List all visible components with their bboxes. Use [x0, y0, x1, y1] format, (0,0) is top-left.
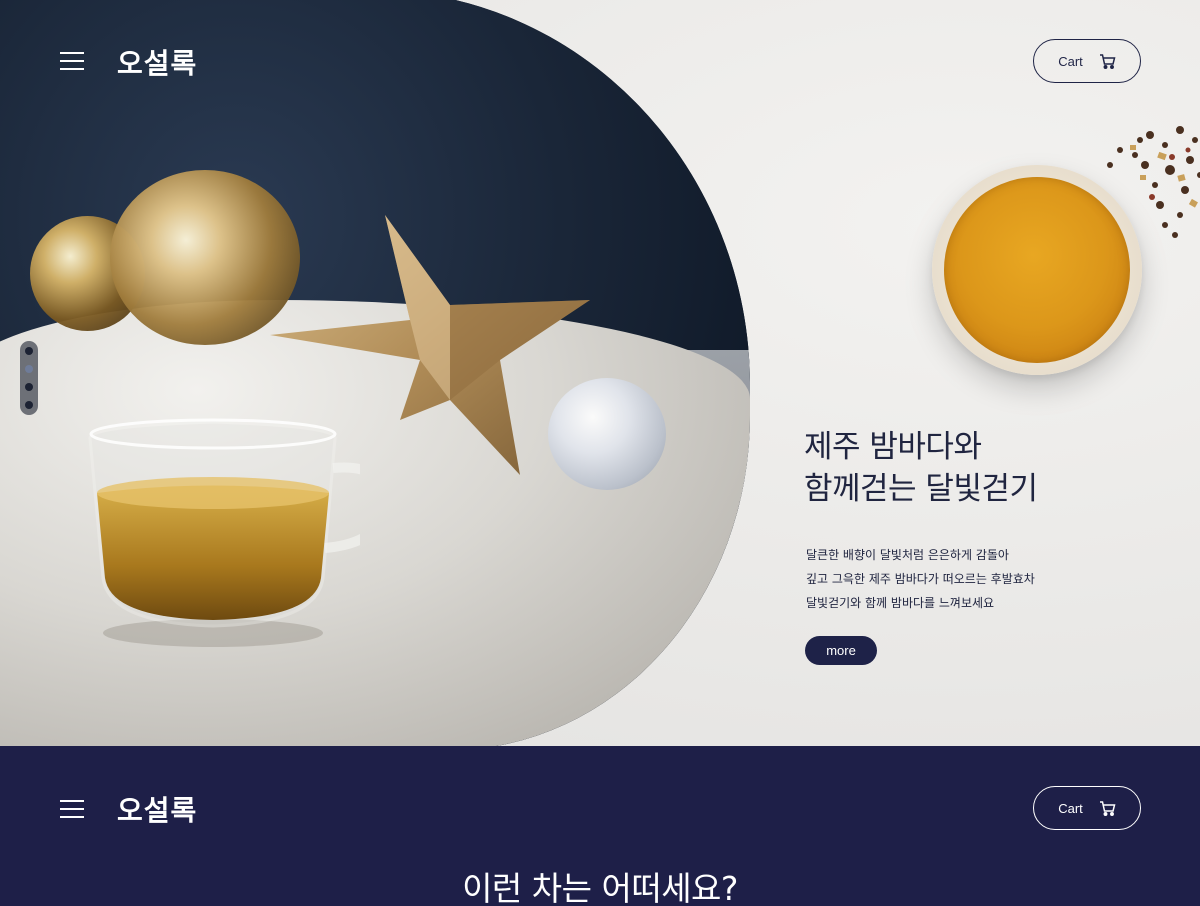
cart-label: Cart [1058, 53, 1083, 69]
menu-icon[interactable] [60, 800, 84, 818]
brand-logo[interactable]: 오설록 [117, 789, 197, 829]
hero-pager[interactable] [20, 341, 38, 415]
brand-logo[interactable]: 오설록 [117, 42, 197, 82]
menu-icon[interactable] [60, 52, 84, 70]
tea-liquid [944, 177, 1130, 363]
cart-icon [1099, 800, 1116, 816]
pager-dot-1[interactable] [25, 347, 33, 355]
hero-desc-line-2: 깊고 그윽한 제주 밤바다가 떠오르는 후발효차 [806, 572, 1035, 586]
cart-icon [1099, 53, 1116, 69]
hero-title-line-1: 제주 밤바다와 [804, 429, 982, 465]
hero-desc-line-1: 달큰한 배향이 달빛처럼 은은하게 감돌아 [806, 548, 1009, 562]
more-button[interactable]: more [805, 636, 877, 665]
section-title: 이런 차는 어떠세요? [462, 869, 738, 906]
pager-dot-4[interactable] [25, 401, 33, 409]
pager-dot-3[interactable] [25, 383, 33, 391]
hero-title-line-2: 함께걷는 달빛걷기 [804, 471, 1038, 507]
hero-section: 오설록 Cart 제주 밤바다와 함께걷는 달빛걷기 달큰한 배향이 달빛처럼 … [0, 0, 1200, 746]
pager-dot-2-active[interactable] [25, 365, 33, 373]
hero-description: 달큰한 배향이 달빛처럼 은은하게 감돌아 깊고 그윽한 제주 밤바다가 떠오르… [806, 543, 1126, 615]
hero-title: 제주 밤바다와 함께걷는 달빛걷기 [804, 426, 1144, 510]
cart-button[interactable]: Cart [1033, 786, 1141, 830]
tea-bowl [932, 165, 1142, 375]
recommend-section: 오설록 Cart 이런 차는 어떠세요? [0, 746, 1200, 906]
hero-desc-line-3: 달빛걷기와 함께 밤바다를 느껴보세요 [806, 596, 995, 610]
glass-tea-cup [88, 418, 360, 647]
clear-ornament-bubble [548, 378, 666, 490]
cart-label: Cart [1058, 800, 1083, 816]
hero-photo [0, 0, 750, 746]
cart-button[interactable]: Cart [1033, 39, 1141, 83]
